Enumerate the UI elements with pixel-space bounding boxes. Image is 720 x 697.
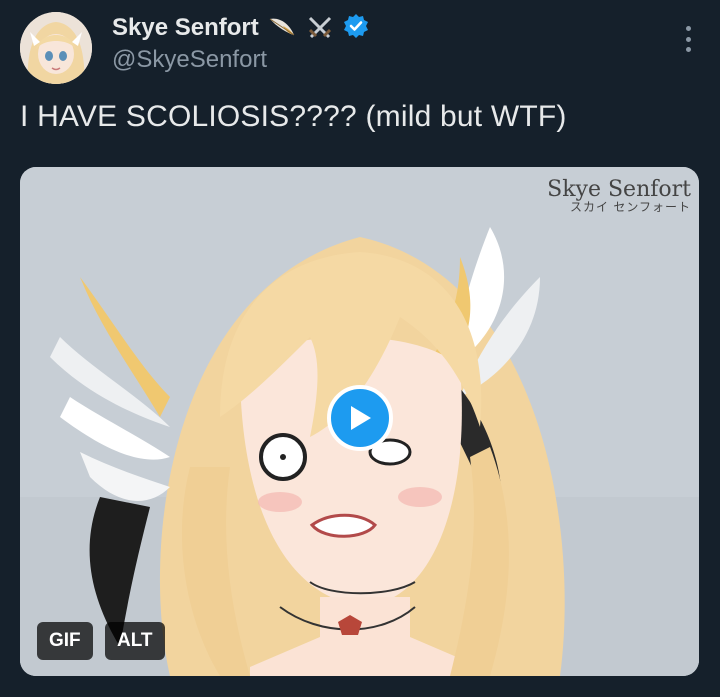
watermark-katakana: スカイ センフォート (570, 200, 691, 214)
alt-text-button[interactable]: ALT (105, 622, 165, 660)
more-options-icon[interactable] (682, 26, 694, 52)
media-watermark: Skye Senfort スカイ センフォート (547, 177, 691, 214)
author-handle[interactable]: @SkyeSenfort (112, 46, 267, 74)
author-name-row: Skye Senfort (112, 12, 373, 44)
author-avatar[interactable] (20, 12, 92, 84)
author-display-name[interactable]: Skye Senfort (112, 14, 259, 42)
play-button[interactable] (327, 385, 393, 451)
tweet-text: I HAVE SCOLIOSIS???? (mild but WTF) (20, 100, 567, 133)
verified-badge-icon[interactable] (343, 13, 373, 43)
watermark-name: Skye Senfort (547, 177, 691, 202)
gif-badge[interactable]: GIF (37, 622, 93, 660)
crossed-swords-icon (305, 13, 335, 43)
tweet-media-gif[interactable]: Skye Senfort スカイ センフォート GIF ALT (20, 167, 699, 676)
feather-icon (267, 13, 297, 43)
play-icon (351, 406, 371, 430)
